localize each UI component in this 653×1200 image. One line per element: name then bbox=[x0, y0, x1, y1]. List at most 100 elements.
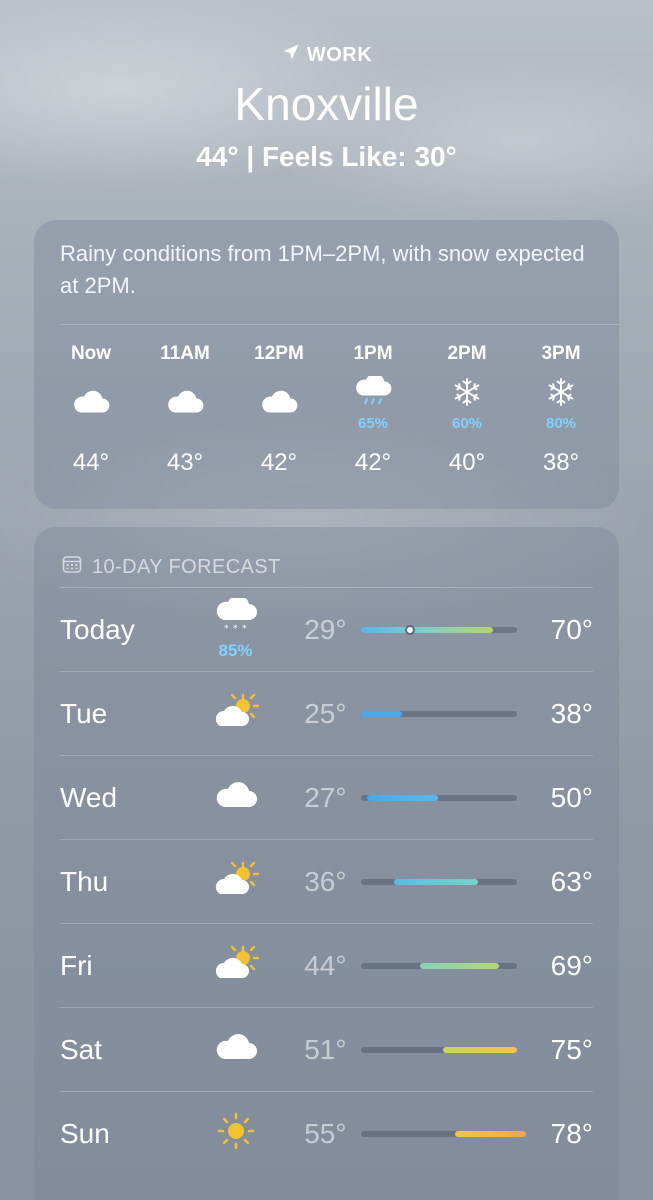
hour-icon-wrap: 60% bbox=[420, 369, 514, 439]
hour-label: 1PM bbox=[353, 343, 393, 364]
snowflake-icon bbox=[540, 376, 582, 413]
precip-chance: 80% bbox=[545, 415, 577, 432]
ten-day-forecast-card[interactable]: 10-DAY FORECAST Today * * * 85% 29° 70° Tue 25° 3… bbox=[34, 527, 619, 1200]
cloud-snow-icon: * * * bbox=[212, 595, 260, 639]
temp-range-fill bbox=[454, 1130, 526, 1137]
day-icon-wrap bbox=[183, 1112, 287, 1154]
hour-temp: 40° bbox=[448, 449, 486, 476]
forecast-row[interactable]: Wed 27° 50° bbox=[60, 755, 593, 839]
hour-item[interactable]: Now 44° bbox=[44, 343, 138, 477]
high-temp: 50° bbox=[550, 781, 593, 813]
cloud-rain-icon bbox=[352, 373, 394, 413]
hour-temp: 42° bbox=[260, 449, 298, 476]
day-name: Sat bbox=[60, 1033, 103, 1065]
hour-temp: 44° bbox=[72, 449, 110, 476]
low-temp: 55° bbox=[304, 1117, 347, 1149]
temp-range-fill bbox=[360, 626, 493, 633]
low-temp: 51° bbox=[304, 1033, 347, 1065]
high-temp: 70° bbox=[550, 613, 593, 645]
forecast-row[interactable]: Today * * * 85% 29° 70° bbox=[60, 587, 593, 671]
precip-chance: 85% bbox=[218, 641, 253, 660]
hour-item[interactable]: 11AM 43° bbox=[138, 343, 232, 477]
hour-label: 3PM bbox=[541, 343, 581, 364]
low-temp: 25° bbox=[304, 697, 347, 729]
hour-icon-wrap: 65% bbox=[326, 369, 420, 439]
temp-range-fill bbox=[360, 710, 402, 717]
partly-sunny-icon bbox=[212, 945, 260, 986]
hour-label: 2PM bbox=[447, 343, 487, 364]
high-temp: 69° bbox=[550, 949, 593, 981]
low-temp: 36° bbox=[304, 865, 347, 897]
forecast-row[interactable]: Fri 44° 69° bbox=[60, 923, 593, 1007]
cloud-icon bbox=[212, 777, 260, 818]
temp-range-fill bbox=[367, 794, 439, 801]
hour-temp: 38° bbox=[542, 449, 580, 476]
temp-range-bar bbox=[360, 962, 518, 969]
hour-icon-wrap bbox=[232, 369, 326, 439]
hour-item[interactable]: 1PM 65% 42° bbox=[326, 343, 420, 477]
partly-sunny-icon bbox=[212, 861, 260, 902]
day-icon-wrap bbox=[183, 861, 287, 902]
day-name: Sun bbox=[60, 1117, 110, 1149]
cloud-icon bbox=[212, 1029, 260, 1070]
temp-range-bar bbox=[360, 624, 518, 635]
cloud-icon bbox=[164, 386, 206, 423]
hour-temp: 43° bbox=[166, 449, 204, 476]
location-header: WORK Knoxville 44° | Feels Like: 30° bbox=[0, 40, 653, 174]
hour-icon-wrap: 80% bbox=[514, 369, 608, 439]
day-name: Fri bbox=[60, 949, 93, 981]
hourly-forecast-card[interactable]: Rainy conditions from 1PM–2PM, with snow… bbox=[34, 220, 619, 509]
hour-label: 11AM bbox=[160, 343, 210, 364]
partly-sunny-icon bbox=[212, 693, 260, 734]
cloud-icon bbox=[258, 386, 300, 423]
svg-text:*: * bbox=[242, 624, 247, 634]
forecast-row[interactable]: Sat 51° 75° bbox=[60, 1007, 593, 1091]
conditions-summary: Rainy conditions from 1PM–2PM, with snow… bbox=[60, 241, 585, 298]
temp-range-fill bbox=[419, 962, 500, 969]
snowflake-icon bbox=[446, 376, 488, 413]
cloud-icon bbox=[70, 386, 112, 423]
day-icon-wrap: * * * 85% bbox=[183, 595, 287, 661]
hour-temp: 42° bbox=[354, 449, 392, 476]
temp-range-fill bbox=[393, 878, 478, 885]
hour-icon-wrap bbox=[44, 369, 138, 439]
hour-label: 12PM bbox=[254, 343, 304, 364]
day-icon-wrap bbox=[183, 693, 287, 734]
high-temp: 63° bbox=[550, 865, 593, 897]
day-icon-wrap bbox=[183, 945, 287, 986]
hour-label: Now bbox=[70, 343, 112, 364]
forecast-header: 10-DAY FORECAST bbox=[34, 527, 619, 587]
low-temp: 27° bbox=[304, 781, 347, 813]
high-temp: 75° bbox=[550, 1033, 593, 1065]
day-name: Today bbox=[60, 613, 135, 645]
location-label-row: WORK bbox=[0, 40, 653, 70]
day-list: Today * * * 85% 29° 70° Tue 25° 38° Wed 27° 50° Thu 36… bbox=[34, 587, 619, 1175]
forecast-title: 10-DAY FORECAST bbox=[92, 555, 281, 578]
temp-range-bar bbox=[360, 1046, 518, 1053]
temp-range-bar bbox=[360, 1130, 526, 1137]
day-name: Thu bbox=[60, 865, 109, 897]
high-temp: 78° bbox=[550, 1117, 593, 1149]
hour-item[interactable]: 2PM 60% 40° bbox=[420, 343, 514, 477]
forecast-row[interactable]: Sun 55° 78° bbox=[60, 1091, 593, 1175]
low-temp: 44° bbox=[304, 949, 347, 981]
precip-chance: 60% bbox=[451, 415, 483, 432]
precip-chance: 65% bbox=[357, 415, 389, 432]
hour-icon-wrap bbox=[138, 369, 232, 439]
forecast-row[interactable]: Thu 36° 63° bbox=[60, 839, 593, 923]
city-name: Knoxville bbox=[234, 78, 419, 130]
hour-item[interactable]: 3PM 80% 38° bbox=[514, 343, 608, 477]
day-name: Wed bbox=[60, 781, 118, 813]
temp-range-bar bbox=[360, 710, 518, 717]
hour-item[interactable]: 12PM 42° bbox=[232, 343, 326, 477]
forecast-row[interactable]: Tue 25° 38° bbox=[60, 671, 593, 755]
temp-range-bar bbox=[360, 878, 518, 885]
calendar-icon bbox=[62, 554, 82, 580]
location-label: WORK bbox=[306, 43, 373, 66]
low-temp: 29° bbox=[304, 613, 347, 645]
hourly-list: Now 44° 11AM 43° 12PM 42° 1PM 65% 42° 2PM 60% 40° 3P… bbox=[34, 343, 619, 477]
sun-icon bbox=[212, 1112, 260, 1154]
day-icon-wrap bbox=[183, 777, 287, 818]
day-name: Tue bbox=[60, 697, 108, 729]
temp-range-fill bbox=[443, 1046, 518, 1053]
